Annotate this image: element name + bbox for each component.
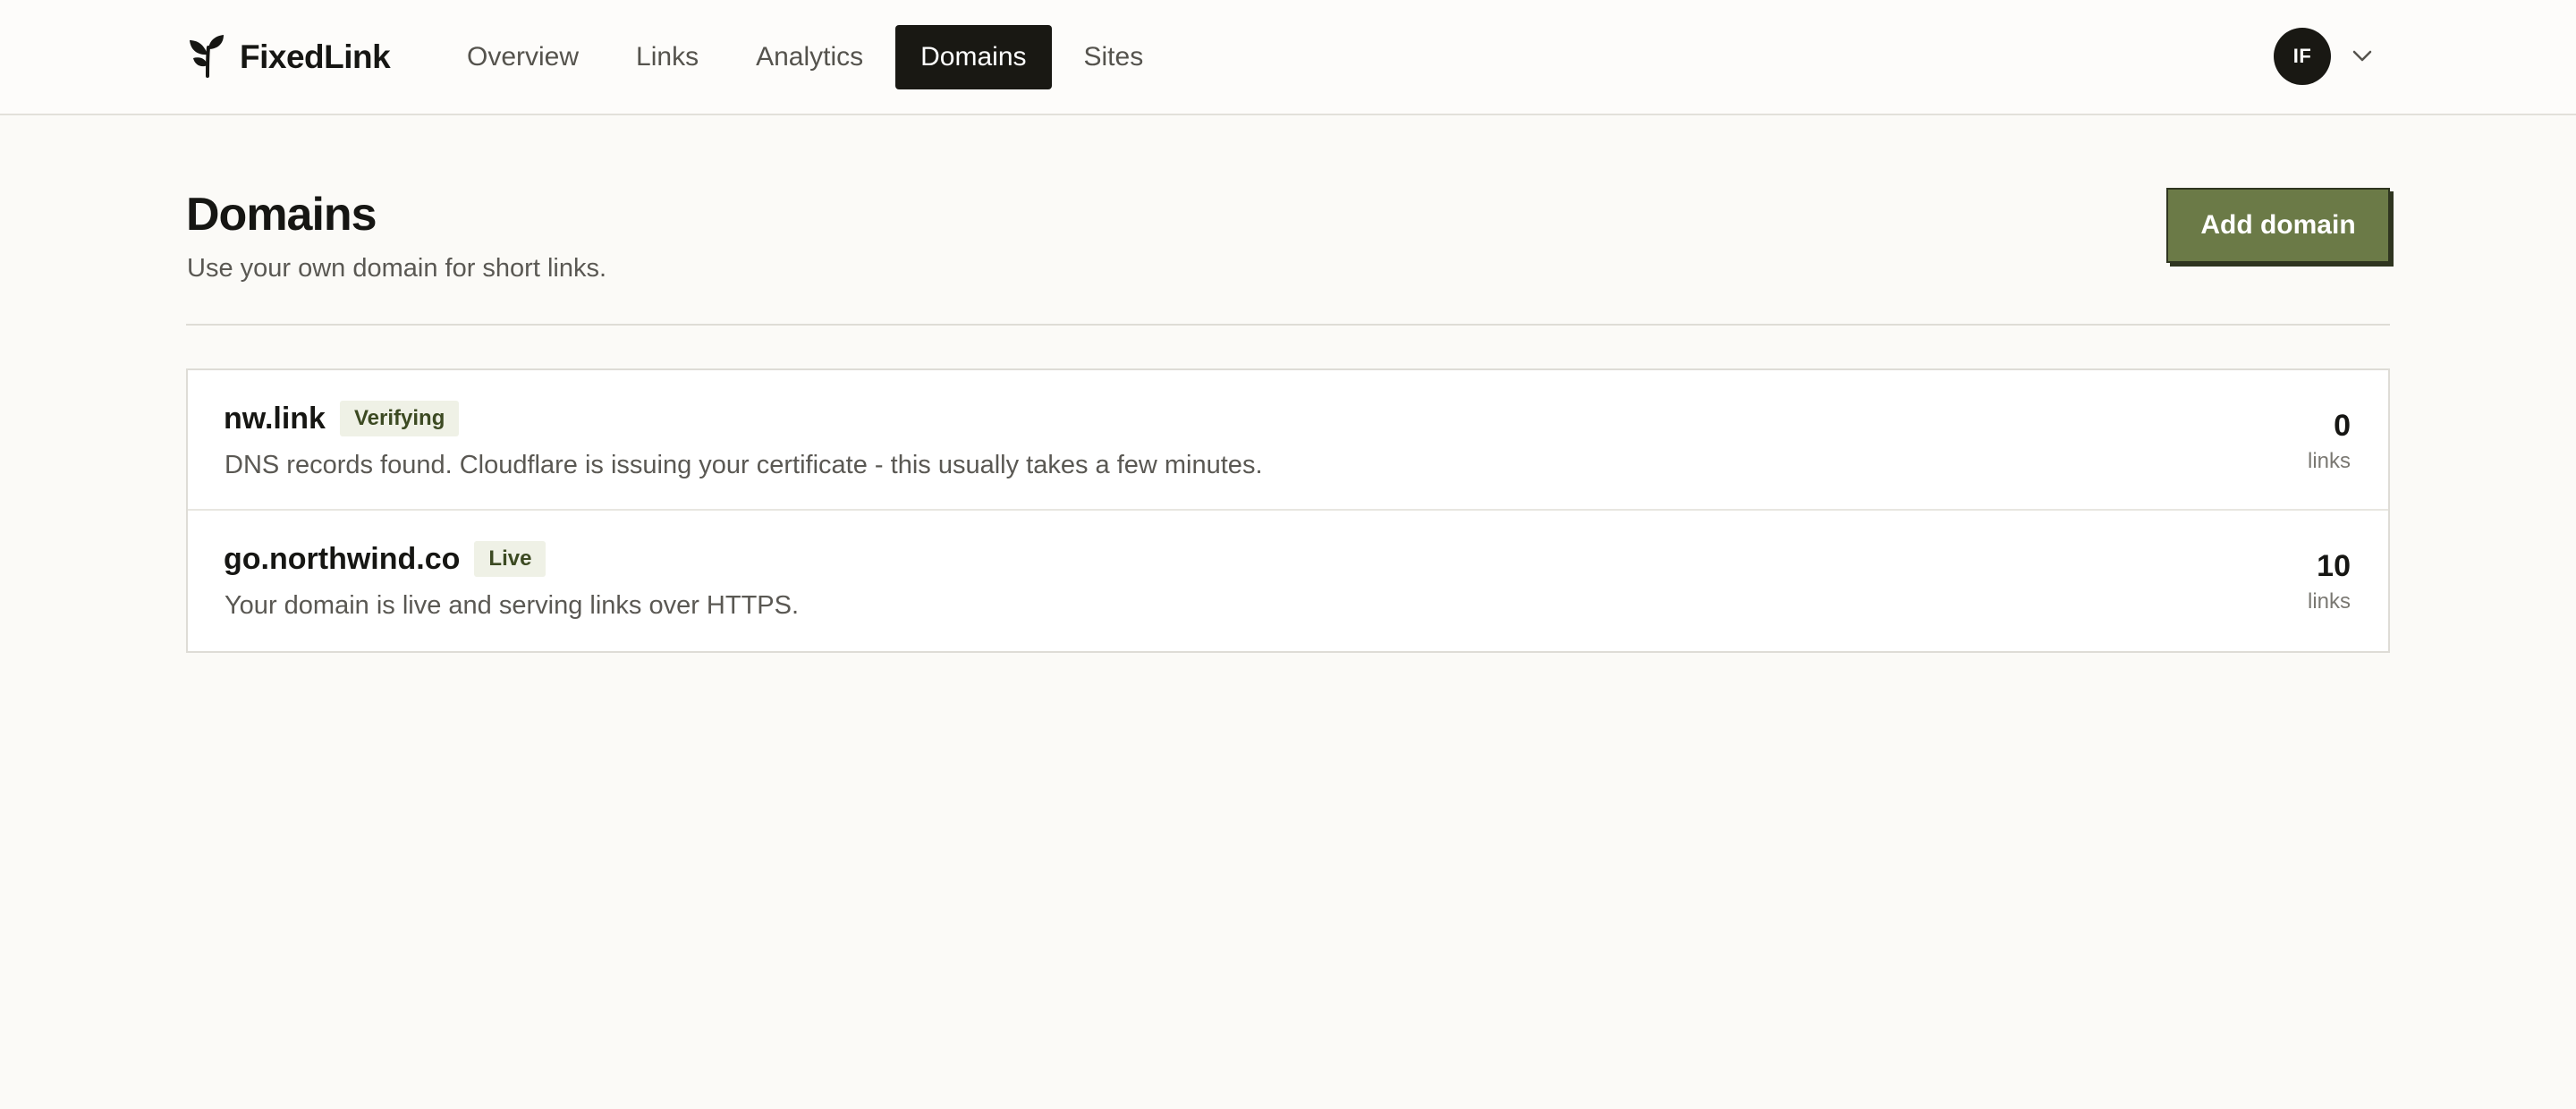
domain-name[interactable]: nw.link bbox=[224, 402, 326, 436]
nav-item-sites[interactable]: Sites bbox=[1059, 25, 1169, 89]
sprout-icon bbox=[188, 33, 227, 82]
avatar[interactable]: IF bbox=[2274, 28, 2331, 85]
brand-logo[interactable]: FixedLink bbox=[188, 32, 391, 82]
domain-list: nw.link Verifying DNS records found. Clo… bbox=[186, 368, 2390, 653]
domain-heading: nw.link Verifying bbox=[224, 401, 460, 436]
domain-description: Your domain is live and serving links ov… bbox=[225, 591, 800, 620]
header-divider bbox=[186, 324, 2390, 326]
user-menu[interactable]: IF bbox=[2274, 28, 2372, 85]
chevron-down-icon[interactable] bbox=[2352, 50, 2372, 63]
nav-item-links[interactable]: Links bbox=[611, 25, 724, 89]
nav-item-analytics[interactable]: Analytics bbox=[731, 25, 888, 89]
domain-row[interactable]: go.northwind.co Live Your domain is live… bbox=[188, 511, 2388, 651]
brand-name: FixedLink bbox=[240, 38, 391, 75]
page-title: Domains bbox=[186, 189, 377, 241]
status-badge: Verifying bbox=[339, 401, 460, 436]
main-nav: Overview Links Analytics Domains Sites bbox=[442, 25, 1168, 89]
link-count-label: links bbox=[2307, 589, 2351, 614]
domain-heading: go.northwind.co Live bbox=[224, 541, 547, 577]
link-count: 10 links bbox=[2308, 548, 2351, 614]
link-count-number: 0 bbox=[2334, 409, 2351, 443]
link-count: 0 links bbox=[2308, 408, 2351, 474]
domain-row[interactable]: nw.link Verifying DNS records found. Clo… bbox=[188, 370, 2388, 511]
page-subtitle: Use your own domain for short links. bbox=[187, 254, 607, 283]
top-navigation-bar: FixedLink Overview Links Analytics Domai… bbox=[0, 0, 2576, 115]
domain-description: DNS records found. Cloudflare is issuing… bbox=[225, 451, 1263, 479]
add-domain-button[interactable]: Add domain bbox=[2166, 188, 2390, 263]
nav-item-overview[interactable]: Overview bbox=[442, 25, 604, 89]
link-count-label: links bbox=[2307, 449, 2351, 473]
nav-item-domains[interactable]: Domains bbox=[895, 25, 1052, 89]
link-count-number: 10 bbox=[2317, 549, 2351, 583]
domain-name[interactable]: go.northwind.co bbox=[224, 542, 460, 577]
status-badge: Live bbox=[474, 541, 547, 577]
